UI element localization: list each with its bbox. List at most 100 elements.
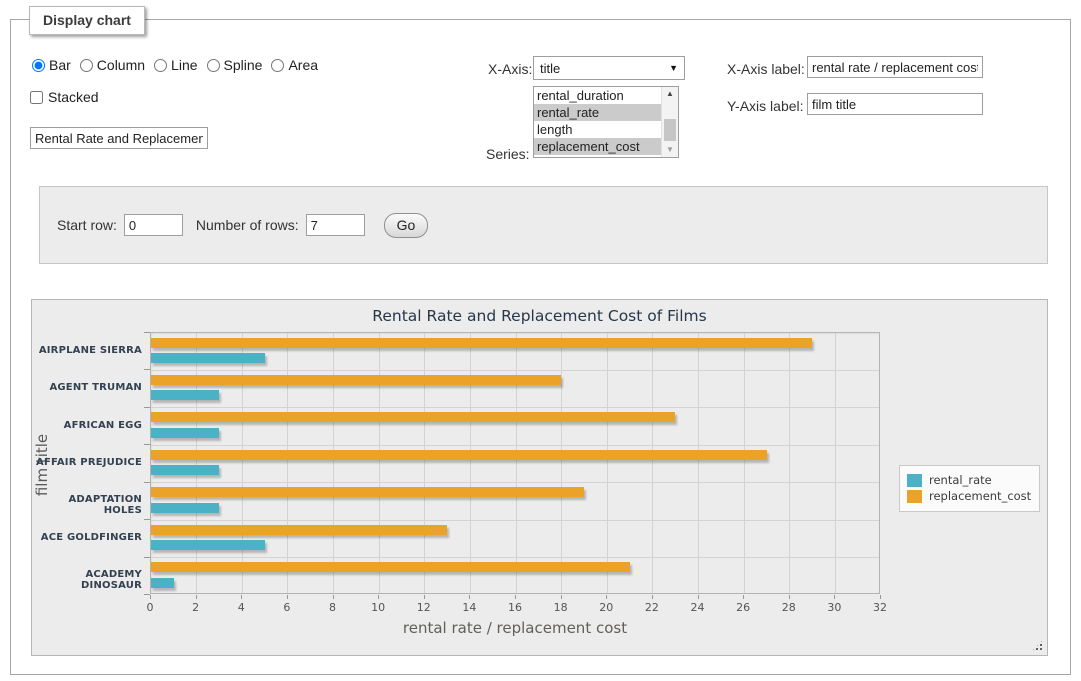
chart-type-radio-column[interactable] (80, 59, 93, 72)
gridline (151, 445, 879, 446)
bar-rental_rate (151, 503, 219, 513)
gridline (196, 333, 197, 593)
x-tick-label: 24 (680, 601, 716, 614)
gridline (287, 333, 288, 593)
resize-grip-icon[interactable] (1031, 639, 1044, 652)
x-tick (743, 595, 744, 599)
series-option-rental_rate[interactable]: rental_rate (534, 104, 661, 121)
stacked-label: Stacked (48, 89, 99, 105)
category-label: ACADEMY DINOSAUR (32, 569, 142, 591)
chart-type-option-spline[interactable]: Spline (207, 57, 263, 73)
gridline (516, 333, 517, 593)
chart-type-option-line[interactable]: Line (154, 57, 197, 73)
legend-entry-rental_rate: rental_rate (907, 473, 1031, 487)
num-rows-label: Number of rows: (196, 217, 299, 233)
x-tick-label: 26 (725, 601, 761, 614)
x-tick-label: 32 (862, 601, 898, 614)
series-options: rental_durationrental_ratelengthreplacem… (534, 87, 661, 155)
bar-rental_rate (151, 540, 265, 550)
start-row-label: Start row: (57, 217, 117, 233)
category-label: AGENT TRUMAN (32, 382, 142, 393)
scrollbar-thumb[interactable] (664, 119, 676, 141)
x-tick (880, 595, 881, 599)
series-select-label: Series: (486, 146, 530, 162)
x-tick (561, 595, 562, 599)
bar-replacement_cost (151, 525, 447, 535)
scroll-up-icon[interactable]: ▲ (662, 87, 678, 101)
gridline (470, 333, 471, 593)
x-tick-label: 4 (223, 601, 259, 614)
start-row-input[interactable] (124, 214, 183, 236)
gridline (744, 333, 745, 593)
scroll-down-icon[interactable]: ▼ (662, 143, 678, 157)
legend-swatch-icon (907, 490, 922, 503)
gridline (561, 333, 562, 593)
x-tick-label: 16 (497, 601, 533, 614)
chart-type-option-bar[interactable]: Bar (32, 57, 71, 73)
chart-legend: rental_ratereplacement_cost (899, 465, 1040, 512)
x-tick (469, 595, 470, 599)
bar-rental_rate (151, 578, 174, 588)
gridline (379, 333, 380, 593)
chart-type-radio-group: Bar Column Line Spline Area (32, 57, 327, 73)
x-tick-label: 0 (132, 601, 168, 614)
x-tick (834, 595, 835, 599)
bar-rental_rate (151, 353, 265, 363)
x-tick-label: 30 (816, 601, 852, 614)
x-axis-select[interactable]: title ▼ (533, 56, 685, 80)
chart-title-input[interactable] (30, 127, 208, 149)
series-option-rental_duration[interactable]: rental_duration (534, 87, 661, 104)
x-tick-label: 28 (771, 601, 807, 614)
gridline (333, 333, 334, 593)
x-tick (424, 595, 425, 599)
bar-replacement_cost (151, 450, 767, 460)
x-tick-label: 14 (451, 601, 487, 614)
y-axis-label-input[interactable] (807, 93, 983, 115)
gridline (242, 333, 243, 593)
category-label: ACE GOLDFINGER (32, 532, 142, 543)
num-rows-input[interactable] (306, 214, 365, 236)
x-tick (150, 595, 151, 599)
y-axis-label-label: Y-Axis label: (727, 98, 804, 114)
x-tick (196, 595, 197, 599)
x-tick (652, 595, 653, 599)
chart-type-option-area[interactable]: Area (271, 57, 318, 73)
chart-type-option-column[interactable]: Column (80, 57, 145, 73)
gridline (151, 520, 879, 521)
gridline (151, 370, 879, 371)
x-tick-label: 2 (178, 601, 214, 614)
display-chart-fieldset: Display chart BarColumnLineSplineArea St… (10, 19, 1071, 675)
series-listbox[interactable]: rental_durationrental_ratelengthreplacem… (533, 86, 679, 158)
x-tick (333, 595, 334, 599)
x-axis-label-input[interactable] (807, 56, 983, 78)
chart-type-radio-area[interactable] (271, 59, 284, 72)
bar-replacement_cost (151, 412, 675, 422)
x-tick-label: 22 (634, 601, 670, 614)
x-tick-label: 20 (588, 601, 624, 614)
series-option-replacement_cost[interactable]: replacement_cost (534, 138, 661, 155)
series-option-length[interactable]: length (534, 121, 661, 138)
go-button[interactable]: Go (384, 213, 429, 238)
gridline (424, 333, 425, 593)
x-axis-label-label: X-Axis label: (727, 61, 805, 77)
category-label: AIRPLANE SIERRA (32, 345, 142, 356)
bar-replacement_cost (151, 562, 630, 572)
chart-type-radio-bar[interactable] (32, 59, 45, 72)
gridline (652, 333, 653, 593)
x-tick-label: 18 (543, 601, 579, 614)
chart-container: Rental Rate and Replacement Cost of Film… (31, 299, 1048, 656)
x-tick (378, 595, 379, 599)
chart-type-radio-spline[interactable] (207, 59, 220, 72)
chart-type-radio-line[interactable] (154, 59, 167, 72)
x-axis-select-label: X-Axis: (488, 61, 532, 77)
listbox-scrollbar[interactable]: ▲ ▼ (661, 87, 678, 157)
x-axis-title: rental rate / replacement cost (315, 619, 715, 637)
stacked-checkbox-row: Stacked (30, 89, 99, 105)
x-tick (241, 595, 242, 599)
gridline (835, 333, 836, 593)
x-tick-label: 8 (315, 601, 351, 614)
x-tick-label: 12 (406, 601, 442, 614)
y-axis-title: film title (33, 400, 51, 530)
fieldset-legend: Display chart (29, 6, 145, 35)
stacked-checkbox[interactable] (30, 91, 43, 104)
